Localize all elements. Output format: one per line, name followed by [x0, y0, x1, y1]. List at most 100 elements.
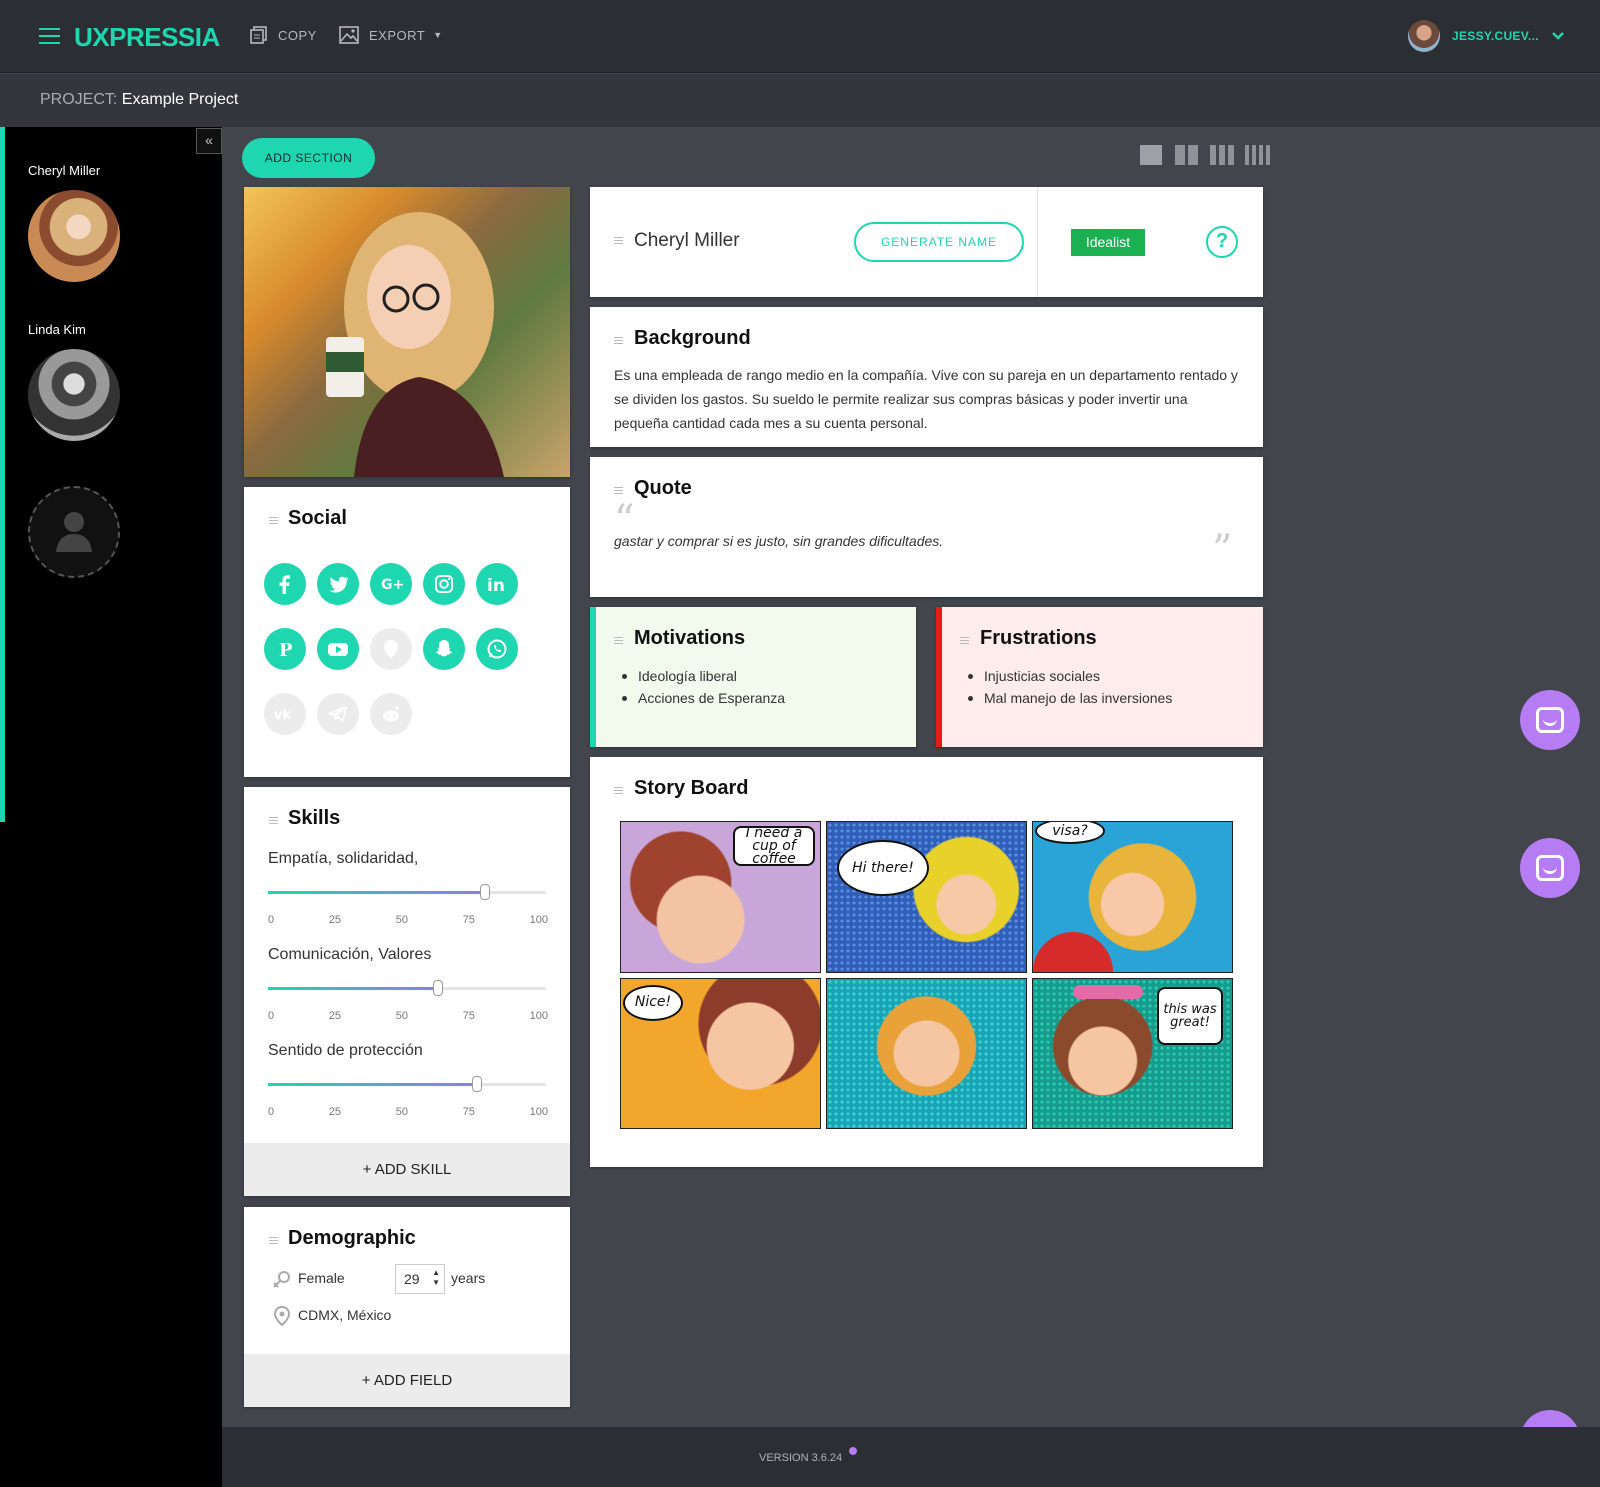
collapse-sidebar-icon[interactable]: « [196, 128, 222, 154]
drag-handle-icon[interactable] [614, 787, 623, 796]
user-menu[interactable]: JESSY.CUEV... [1408, 20, 1565, 52]
persona-photo-image [326, 212, 504, 477]
skill-slider[interactable] [268, 980, 546, 996]
list-item[interactable]: Mal manejo de las inversiones [966, 687, 1172, 709]
headband-shape [1073, 984, 1143, 999]
layout-3-column-icon[interactable] [1210, 145, 1234, 165]
facebook-icon[interactable] [264, 563, 306, 605]
export-label: EXPORT [369, 27, 426, 43]
age-value: 29 [404, 1271, 420, 1287]
section-title: Background [634, 327, 751, 349]
export-button[interactable]: EXPORT ▼ [339, 26, 443, 44]
slider-thumb[interactable] [471, 1076, 482, 1092]
list-item[interactable]: Injusticias sociales [966, 665, 1172, 687]
reddit-icon[interactable] [370, 693, 412, 735]
user-name: JESSY.CUEV... [1452, 29, 1539, 43]
chat-widget-button[interactable] [1520, 838, 1580, 898]
drag-handle-icon[interactable] [269, 817, 278, 826]
drag-handle-icon[interactable] [614, 337, 623, 346]
telegram-glyph [328, 706, 347, 722]
storyboard-panel[interactable]: visa? [1032, 821, 1233, 973]
persona-photo[interactable] [244, 187, 570, 477]
snapchat-icon[interactable] [423, 628, 465, 670]
divider [1037, 187, 1038, 297]
add-field-button[interactable]: + ADD FIELD [244, 1354, 570, 1407]
menu-icon[interactable] [39, 28, 60, 46]
caret-down-icon: ▼ [433, 30, 443, 40]
persona-type-badge[interactable]: Idealist [1071, 229, 1145, 256]
drag-handle-icon[interactable] [960, 637, 969, 646]
linkedin-glyph: in [487, 576, 505, 596]
drag-handle-icon[interactable] [269, 1237, 278, 1246]
foursquare-icon[interactable] [370, 628, 412, 670]
persona-avatar-cheryl[interactable] [28, 190, 120, 282]
whatsapp-icon[interactable] [476, 628, 518, 670]
location-value[interactable]: CDMX, México [298, 1303, 391, 1327]
add-skill-button[interactable]: + ADD SKILL [244, 1143, 570, 1196]
quote-text[interactable]: gastar y comprar si es justo, sin grande… [614, 529, 943, 553]
layout-2-column-icon[interactable] [1175, 145, 1198, 165]
stepper-arrows-icon[interactable]: ▲ ▼ [432, 1268, 440, 1288]
skill-slider[interactable] [268, 1076, 546, 1092]
drag-handle-icon[interactable] [269, 517, 278, 526]
storyboard-grid[interactable]: I need a cup of coffee Hi there! visa? N… [620, 821, 1233, 1129]
slider-thumb[interactable] [432, 980, 443, 996]
storyboard-panel[interactable]: I need a cup of coffee [620, 821, 821, 973]
chevron-down-icon [1551, 32, 1564, 40]
pinterest-icon[interactable]: P [264, 628, 306, 670]
motivations-list: Ideología liberal Acciones de Esperanza [620, 665, 785, 709]
storyboard-panel[interactable]: Nice! [620, 977, 821, 1129]
instagram-icon[interactable] [423, 563, 465, 605]
slider-fill [268, 1083, 477, 1086]
layout-1-column-icon[interactable] [1140, 145, 1162, 165]
copy-button[interactable]: COPY [250, 26, 317, 44]
google-plus-icon[interactable]: G+ [370, 563, 412, 605]
storyboard-panel[interactable] [826, 977, 1027, 1129]
drag-handle-icon[interactable] [614, 487, 623, 496]
add-section-button[interactable]: ADD SECTION [242, 138, 375, 178]
gender-value[interactable]: Female [298, 1266, 345, 1290]
help-icon[interactable]: ? [1206, 226, 1238, 258]
skill-label[interactable]: Comunicación, Valores [268, 946, 431, 964]
telegram-icon[interactable] [317, 693, 359, 735]
storyboard-panel[interactable]: this was great! [1032, 977, 1233, 1129]
layout-4-column-icon[interactable] [1245, 145, 1270, 165]
twitter-icon[interactable] [317, 563, 359, 605]
generate-name-button[interactable]: GENERATE NAME [854, 222, 1024, 262]
speech-bubble: Nice! [623, 984, 683, 1021]
slider-fill [268, 891, 485, 894]
section-title: Social [288, 507, 347, 529]
frustrations-list: Injusticias sociales Mal manejo de las i… [966, 665, 1172, 709]
app-logo[interactable]: UXPRESSIA [74, 22, 220, 53]
vk-glyph: vk [274, 708, 291, 723]
list-item[interactable]: Ideología liberal [620, 665, 785, 687]
vk-icon[interactable]: vk [264, 693, 306, 735]
age-stepper[interactable]: 29 ▲ ▼ [395, 1264, 445, 1294]
skill-slider[interactable] [268, 884, 546, 900]
project-name[interactable]: Example Project [122, 91, 239, 108]
svg-text:in: in [487, 576, 505, 596]
snapchat-glyph [435, 640, 453, 657]
top-bar: UXPRESSIA COPY EXPORT ▼ JESSY.CUEV... [0, 0, 1600, 73]
add-persona-button[interactable] [28, 486, 120, 578]
youtube-icon[interactable] [317, 628, 359, 670]
persona-name-linda[interactable]: Linda Kim [28, 322, 86, 337]
chat-icon [1536, 707, 1564, 733]
slider-thumb[interactable] [479, 884, 490, 900]
chat-widget-button[interactable] [1520, 690, 1580, 750]
drag-handle-icon[interactable] [614, 237, 623, 246]
storyboard-panel[interactable]: Hi there! [826, 821, 1027, 973]
persona-name-cheryl[interactable]: Cheryl Miller [28, 163, 100, 178]
linkedin-icon[interactable]: in [476, 563, 518, 605]
list-item[interactable]: Acciones de Esperanza [620, 687, 785, 709]
skill-label[interactable]: Sentido de protección [268, 1042, 423, 1060]
skill-label[interactable]: Empatía, solidaridad, [268, 850, 418, 868]
background-text[interactable]: Es una empleada de rango medio en la com… [614, 363, 1244, 435]
drag-handle-icon[interactable] [614, 637, 623, 646]
persona-name-field[interactable]: Cheryl Miller [634, 230, 740, 252]
section-title: Frustrations [980, 627, 1097, 649]
chat-icon [1536, 855, 1564, 881]
glove-shape [1033, 931, 1113, 972]
persona-avatar-linda[interactable] [28, 349, 120, 441]
age-unit: years [451, 1270, 486, 1286]
